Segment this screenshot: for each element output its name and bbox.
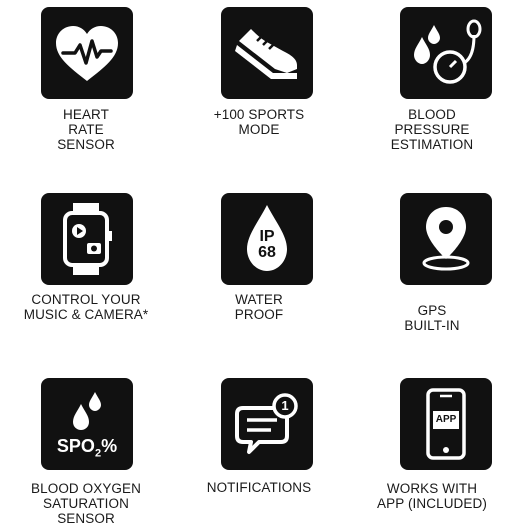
gps-pin-icon [422, 207, 470, 271]
feature-label: WORKS WITH APP (INCLUDED) [377, 481, 487, 511]
feature-label: +100 SPORTS MODE [213, 107, 305, 137]
feature-label: HEART RATE SENSOR [57, 107, 115, 152]
feature-heart-rate: HEART RATE SENSOR [0, 0, 172, 170]
feature-gps: GPS BUILT-IN [346, 185, 518, 355]
sneaker-icon [235, 29, 297, 79]
app-label: APP [435, 414, 457, 425]
app-tile: APP [400, 378, 492, 470]
feature-blood-oxygen: SPO2% BLOOD OXYGEN SATURATION SENSOR [0, 372, 172, 528]
smartwatch-media-icon [63, 203, 112, 275]
spo2-label: SPO2% [56, 436, 118, 460]
feature-sports-modes: +100 SPORTS MODE [173, 0, 345, 170]
feature-app: APP WORKS WITH APP (INCLUDED) [346, 372, 518, 528]
sneaker-tile [221, 7, 313, 99]
feature-label: BLOOD OXYGEN SATURATION SENSOR [31, 481, 141, 526]
feature-water-proof: IP 68 WATER PROOF [173, 185, 345, 355]
feature-label: BLOOD PRESSURE ESTIMATION [390, 107, 474, 152]
notification-count-badge: 1 [281, 398, 289, 413]
smartwatch-tile [41, 193, 133, 285]
feature-notifications: 1 NOTIFICATIONS [173, 372, 345, 528]
notification-bubble-icon [235, 393, 298, 454]
feature-music-camera-control: CONTROL YOUR MUSIC & CAMERA* [0, 185, 172, 355]
gps-tile [400, 193, 492, 285]
feature-label: WATER PROOF [234, 292, 284, 322]
blood-oxygen-tile: SPO2% [41, 378, 133, 470]
heart-rate-tile [41, 7, 133, 99]
feature-blood-pressure: BLOOD PRESSURE ESTIMATION [346, 0, 518, 170]
blood-pressure-tile [400, 7, 492, 99]
ip68-badge: IP 68 [258, 228, 276, 261]
feature-label: NOTIFICATIONS [206, 480, 312, 495]
notifications-tile: 1 [221, 378, 313, 470]
water-proof-tile: IP 68 [221, 193, 313, 285]
heart-rate-icon [56, 26, 118, 81]
feature-label: GPS BUILT-IN [404, 303, 460, 333]
blood-pressure-icon [414, 19, 482, 84]
feature-label: CONTROL YOUR MUSIC & CAMERA* [23, 292, 149, 322]
